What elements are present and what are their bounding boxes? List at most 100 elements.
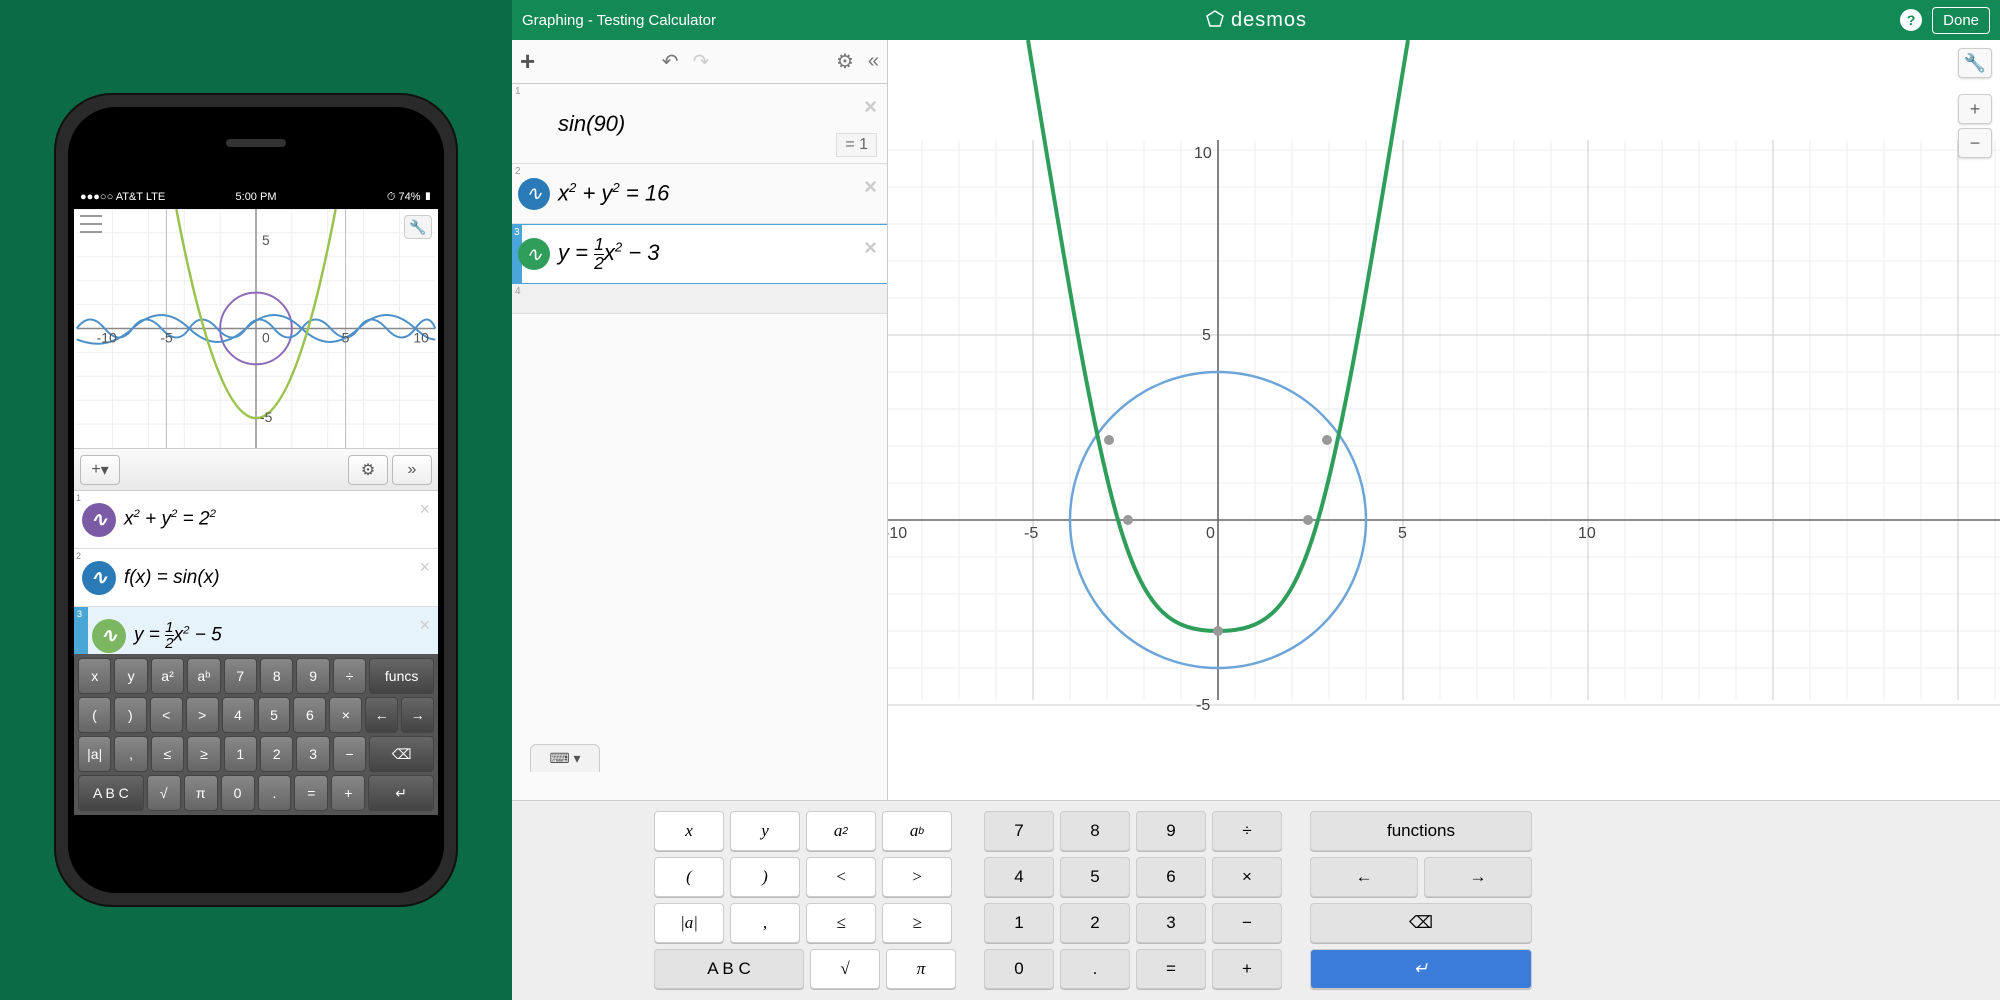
key-dot[interactable]: . — [1060, 949, 1130, 989]
key-x[interactable]: x — [654, 811, 724, 851]
close-icon[interactable]: × — [864, 174, 877, 200]
key-8[interactable]: 8 — [1060, 811, 1130, 851]
collapse-sidebar-icon[interactable]: « — [868, 50, 879, 73]
phone-graph[interactable]: -10 -5 0 5 10 5 -5 🔧 — [74, 209, 438, 449]
key-power[interactable]: ab — [882, 811, 952, 851]
key-1[interactable]: 1 — [224, 736, 257, 772]
key-6[interactable]: 6 — [1136, 857, 1206, 897]
keyboard-toggle[interactable]: ⌨ ▾ — [530, 744, 600, 772]
key-sqrt[interactable]: √ — [810, 949, 880, 989]
key-comma[interactable]: , — [114, 736, 147, 772]
key-divide[interactable]: ÷ — [333, 658, 366, 694]
key-9[interactable]: 9 — [1136, 811, 1206, 851]
key-lparen[interactable]: ( — [654, 857, 724, 897]
key-eq[interactable]: = — [1136, 949, 1206, 989]
key-divide[interactable]: ÷ — [1212, 811, 1282, 851]
key-pi[interactable]: π — [886, 949, 956, 989]
zoom-in-button[interactable]: + — [1958, 94, 1992, 124]
key-5[interactable]: 5 — [258, 697, 291, 733]
key-right[interactable]: → — [1424, 857, 1532, 897]
expression-row[interactable]: 2 ∿ x2 + y2 = 16 × — [512, 164, 887, 224]
key-3[interactable]: 3 — [1136, 903, 1206, 943]
expression-row[interactable]: 3 ∿ y = 12x2 − 3 × — [512, 224, 887, 284]
key-le[interactable]: ≤ — [806, 903, 876, 943]
key-functions[interactable]: functions — [1310, 811, 1532, 851]
key-times[interactable]: × — [329, 697, 362, 733]
expression-row[interactable]: 1 ∿ x2 + y2 = 22 × — [74, 491, 438, 549]
key-right[interactable]: → — [401, 697, 434, 733]
key-lt[interactable]: < — [806, 857, 876, 897]
gear-icon[interactable]: ⚙ — [836, 49, 854, 74]
redo-icon[interactable]: ↷ — [693, 49, 710, 74]
wave-icon[interactable]: ∿ — [92, 619, 126, 653]
key-abs[interactable]: |a| — [654, 903, 724, 943]
add-expression-button[interactable]: +▾ — [80, 455, 120, 485]
key-minus[interactable]: − — [333, 736, 366, 772]
key-sqrt[interactable]: √ — [147, 775, 181, 811]
key-power[interactable]: aᵇ — [187, 658, 220, 694]
key-plus[interactable]: + — [331, 775, 365, 811]
wave-icon[interactable]: ∿ — [82, 561, 116, 595]
undo-icon[interactable]: ↶ — [662, 49, 679, 74]
close-icon[interactable]: × — [419, 615, 430, 636]
help-icon[interactable]: ? — [1900, 9, 1922, 31]
key-3[interactable]: 3 — [296, 736, 329, 772]
key-4[interactable]: 4 — [222, 697, 255, 733]
key-enter[interactable]: ↵ — [368, 775, 434, 811]
key-rparen[interactable]: ) — [114, 697, 147, 733]
key-gt[interactable]: > — [882, 857, 952, 897]
key-pi[interactable]: π — [184, 775, 218, 811]
key-8[interactable]: 8 — [260, 658, 293, 694]
key-ge[interactable]: ≥ — [187, 736, 220, 772]
expression-row[interactable]: 1 sin(90) × = 1 — [512, 84, 887, 164]
key-minus[interactable]: − — [1212, 903, 1282, 943]
key-square[interactable]: a2 — [806, 811, 876, 851]
add-expression-button[interactable]: + — [520, 46, 535, 77]
expression-row[interactable]: 3 ∿ y = 12x2 − 5 × — [74, 607, 438, 654]
key-abs[interactable]: |a| — [78, 736, 111, 772]
key-funcs[interactable]: funcs — [369, 658, 434, 694]
key-abc[interactable]: A B C — [78, 775, 144, 811]
wave-icon[interactable]: ∿ — [518, 238, 550, 270]
settings-icon[interactable]: 🔧 — [404, 215, 432, 239]
key-ge[interactable]: ≥ — [882, 903, 952, 943]
key-abc[interactable]: A B C — [654, 949, 804, 989]
menu-icon[interactable] — [80, 215, 102, 233]
key-square[interactable]: a² — [151, 658, 184, 694]
key-7[interactable]: 7 — [984, 811, 1054, 851]
close-icon[interactable]: × — [419, 499, 430, 520]
wave-icon[interactable]: ∿ — [518, 178, 550, 210]
close-icon[interactable]: × — [864, 235, 877, 261]
close-icon[interactable]: × — [419, 557, 430, 578]
key-6[interactable]: 6 — [293, 697, 326, 733]
key-plus[interactable]: + — [1212, 949, 1282, 989]
key-times[interactable]: × — [1212, 857, 1282, 897]
key-5[interactable]: 5 — [1060, 857, 1130, 897]
key-2[interactable]: 2 — [260, 736, 293, 772]
key-7[interactable]: 7 — [224, 658, 257, 694]
key-y[interactable]: y — [730, 811, 800, 851]
key-comma[interactable]: , — [730, 903, 800, 943]
key-0[interactable]: 0 — [984, 949, 1054, 989]
key-rparen[interactable]: ) — [730, 857, 800, 897]
key-dot[interactable]: . — [258, 775, 292, 811]
done-button[interactable]: Done — [1932, 7, 1990, 34]
graph-canvas[interactable]: -10 -5 0 5 10 10 5 -5 🔧 + − — [888, 40, 2000, 800]
expression-row[interactable]: 2 ∿ f(x) = sin(x) × — [74, 549, 438, 607]
key-lt[interactable]: < — [150, 697, 183, 733]
key-y[interactable]: y — [114, 658, 147, 694]
expression-row-empty[interactable]: 4 — [512, 284, 887, 314]
key-left[interactable]: ← — [365, 697, 398, 733]
close-icon[interactable]: × — [864, 94, 877, 120]
key-1[interactable]: 1 — [984, 903, 1054, 943]
key-eq[interactable]: = — [294, 775, 328, 811]
key-x[interactable]: x — [78, 658, 111, 694]
key-9[interactable]: 9 — [296, 658, 329, 694]
key-backspace[interactable]: ⌫ — [369, 736, 434, 772]
collapse-icon[interactable]: » — [392, 455, 432, 485]
key-left[interactable]: ← — [1310, 857, 1418, 897]
key-0[interactable]: 0 — [221, 775, 255, 811]
key-4[interactable]: 4 — [984, 857, 1054, 897]
gear-icon[interactable]: ⚙ — [348, 455, 388, 485]
key-backspace[interactable]: ⌫ — [1310, 903, 1532, 943]
